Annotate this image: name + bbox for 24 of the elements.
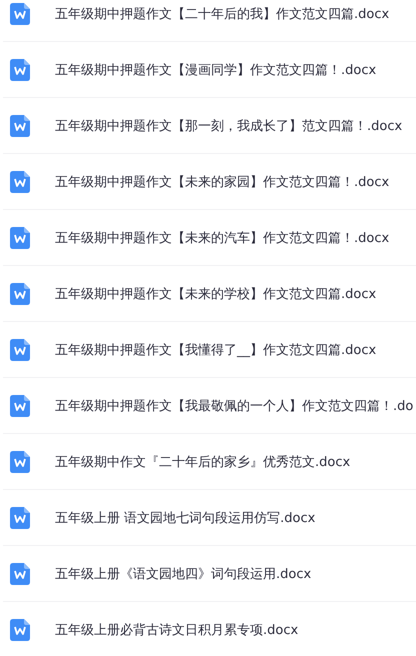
file-name[interactable]: 五年级期中押题作文【我最敬佩的一个人】作文范文四篇！.do [55, 396, 414, 414]
word-file-icon [10, 58, 30, 80]
word-file-icon [10, 226, 30, 248]
file-name[interactable]: 五年级期中押题作文【未来的家园】作文范文四篇！.docx [55, 172, 390, 190]
file-name[interactable]: 五年级期中押题作文【未来的汽车】作文范文四篇！.docx [55, 228, 390, 246]
file-name[interactable]: 五年级期中作文『二十年后的家乡』优秀范文.docx [55, 452, 350, 470]
word-file-icon [10, 562, 30, 584]
file-name[interactable]: 五年级期中押题作文【二十年后的我】作文范文四篇.docx [55, 4, 390, 22]
file-name[interactable]: 五年级期中押题作文【我懂得了__】作文范文四篇.docx [55, 340, 376, 358]
file-name[interactable]: 五年级上册《语文园地四》词句段运用.docx [55, 564, 312, 582]
word-file-icon [10, 170, 30, 192]
word-file-icon [10, 394, 30, 416]
word-file-icon [10, 338, 30, 360]
file-name[interactable]: 五年级上册必背古诗文日积月累专项.docx [55, 620, 298, 638]
word-file-icon [10, 2, 30, 24]
word-file-icon [10, 618, 30, 640]
file-name[interactable]: 五年级期中押题作文【未来的学校】作文范文四篇.docx [55, 284, 376, 302]
word-file-icon [10, 282, 30, 304]
word-file-icon [10, 114, 30, 136]
file-name[interactable]: 五年级期中押题作文【漫画同学】作文范文四篇！.docx [55, 60, 376, 78]
file-name[interactable]: 五年级上册 语文园地七词句段运用仿写.docx [55, 508, 316, 526]
word-file-icon [10, 450, 30, 472]
file-name[interactable]: 五年级期中押题作文【那一刻，我成长了】范文四篇！.docx [55, 116, 402, 134]
word-file-icon [10, 506, 30, 528]
